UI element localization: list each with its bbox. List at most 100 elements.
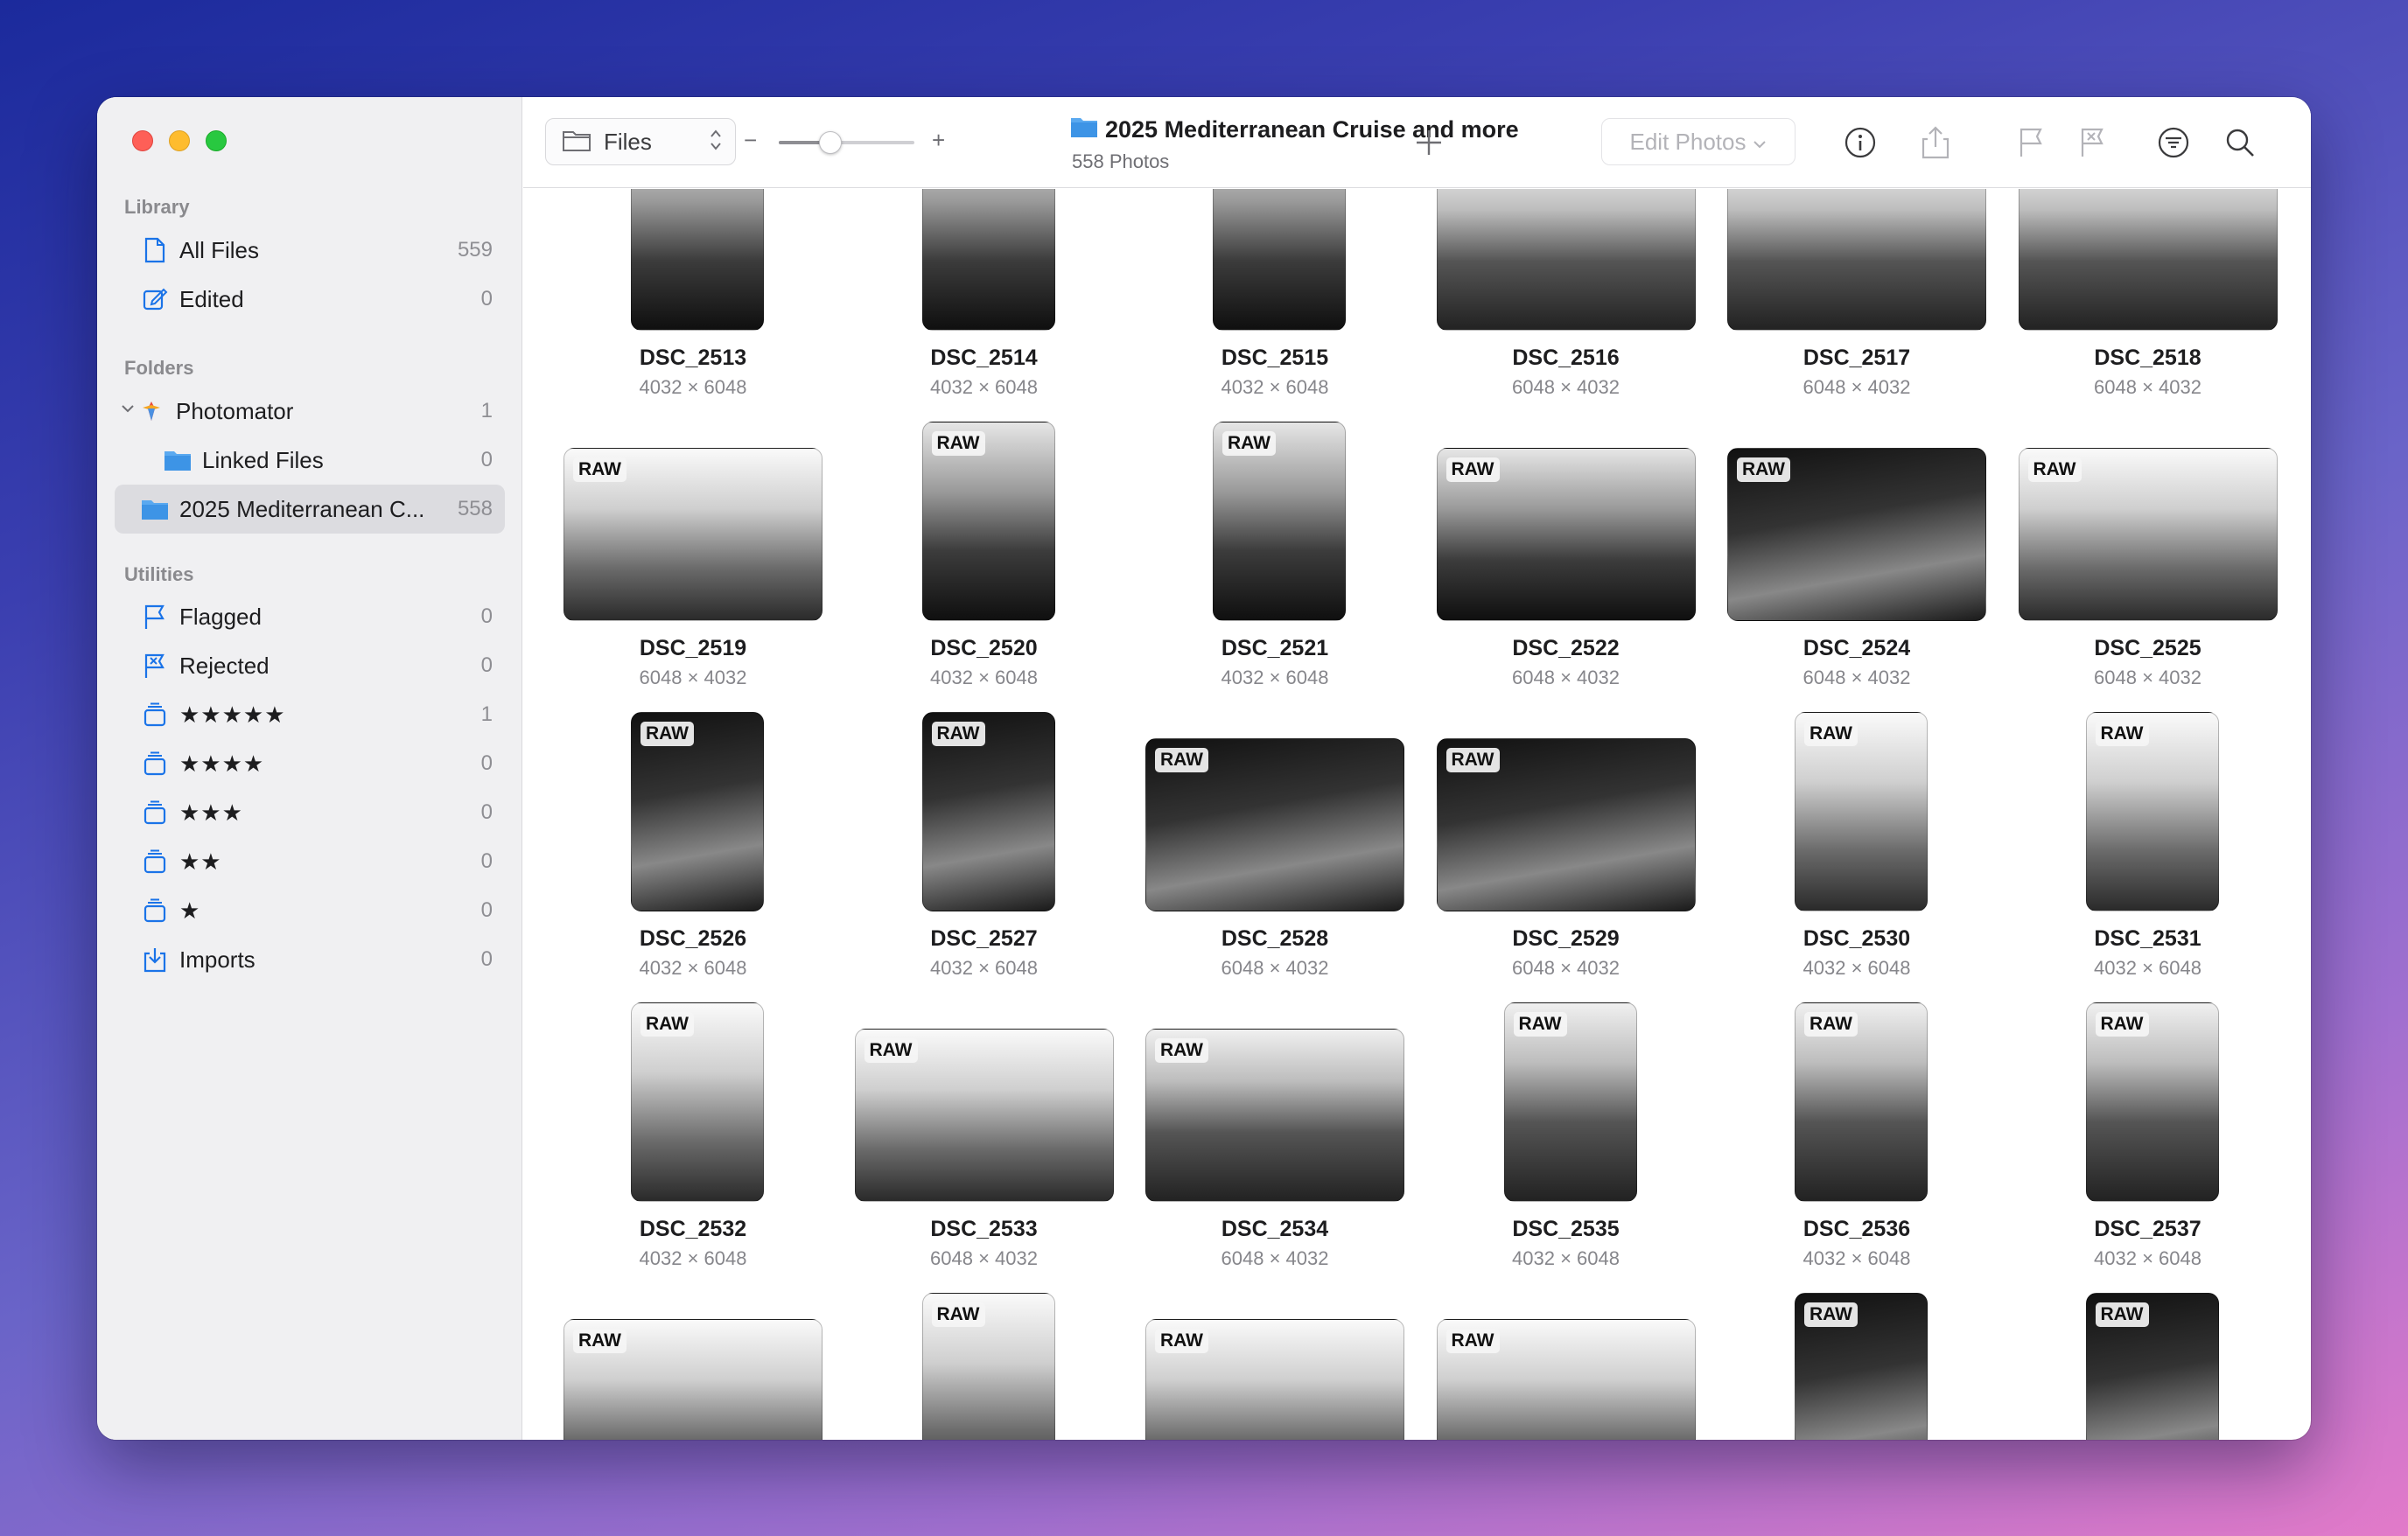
photo-cell[interactable]: RAW DSC_2530 4032 × 6048	[1727, 712, 2018, 1002]
thumbnail-size-slider[interactable]: − +	[744, 127, 954, 155]
photo-cell[interactable]: RAWDSC_2538	[564, 1293, 854, 1440]
photo-cell[interactable]: DSC_2513 4032 × 6048	[564, 189, 854, 422]
photo-dimensions: 4032 × 6048	[1802, 957, 1911, 979]
photo-cell[interactable]: RAW DSC_2534 6048 × 4032	[1145, 1002, 1436, 1293]
photo-cell[interactable]: RAW DSC_2525 6048 × 4032	[2018, 422, 2309, 712]
window-controls	[132, 130, 227, 151]
sidebar-item[interactable]: ★★★ 0	[115, 788, 505, 837]
photo-thumbnail[interactable]: RAW	[1436, 1319, 1696, 1440]
sidebar-item[interactable]: Rejected 0	[115, 641, 505, 690]
photo-thumbnail[interactable]: RAW	[2018, 448, 2278, 621]
photo-name: DSC_2536	[1802, 1217, 1911, 1241]
sidebar-item[interactable]: Linked Files 0	[115, 436, 505, 485]
photo-cell[interactable]: RAW DSC_2535 4032 × 6048	[1437, 1002, 1727, 1293]
photo-thumbnail[interactable]: RAW	[921, 1293, 1055, 1440]
photo-thumbnail[interactable]: RAW	[921, 422, 1055, 621]
photo-thumbnail[interactable]: RAW	[1727, 448, 1986, 621]
stack-icon	[141, 799, 169, 827]
photo-cell[interactable]: RAW DSC_2531 4032 × 6048	[2019, 712, 2309, 1002]
search-icon[interactable]	[2221, 123, 2259, 162]
sidebar-item[interactable]: ★★★★★ 1	[115, 690, 505, 739]
zoom-window-button[interactable]	[206, 130, 227, 151]
photo-thumbnail[interactable]: RAW	[564, 448, 822, 621]
zoom-in-button[interactable]: +	[932, 127, 945, 154]
sidebar-item[interactable]: ★★★★ 0	[115, 739, 505, 788]
photo-thumbnail[interactable]: RAW	[1795, 1293, 1928, 1440]
photo-thumbnail[interactable]: RAW	[564, 1319, 822, 1440]
photo-thumbnail[interactable]: RAW	[1436, 738, 1696, 911]
filter-icon[interactable]	[2154, 123, 2193, 162]
photo-thumbnail[interactable]: RAW	[2085, 1293, 2219, 1440]
photo-thumbnail[interactable]: RAW	[1213, 422, 1346, 621]
photo-cell[interactable]: RAW DSC_2529 6048 × 4032	[1436, 712, 1727, 1002]
photo-thumbnail[interactable]	[2018, 189, 2278, 331]
sidebar-item[interactable]: Imports 0	[115, 935, 505, 984]
photo-cell[interactable]: DSC_2518 6048 × 4032	[2018, 189, 2309, 422]
photo-cell[interactable]: DSC_2516 6048 × 4032	[1436, 189, 1727, 422]
photo-cell[interactable]: RAW DSC_2524 6048 × 4032	[1727, 422, 2018, 712]
sidebar-item-count: 0	[480, 448, 493, 471]
sidebar-item[interactable]: ★ 0	[115, 886, 505, 935]
photo-cell[interactable]: RAW DSC_2522 6048 × 4032	[1436, 422, 1727, 712]
photo-cell[interactable]: RAW DSC_2536 4032 × 6048	[1727, 1002, 2018, 1293]
photo-thumbnail[interactable]: RAW	[1436, 448, 1696, 621]
photo-cell[interactable]: RAW DSC_2521 4032 × 6048	[1145, 422, 1436, 712]
photo-cell[interactable]: RAW DSC_2520 4032 × 6048	[855, 422, 1145, 712]
photo-cell[interactable]: RAWDSC_2539	[855, 1293, 1145, 1440]
info-icon[interactable]	[1841, 123, 1880, 162]
flag-icon[interactable]	[2012, 123, 2051, 162]
photo-cell[interactable]: DSC_2517 6048 × 4032	[1727, 189, 2018, 422]
sidebar-item[interactable]: Photomator 1	[115, 387, 505, 436]
sidebar-item[interactable]: 2025 Mediterranean C... 558	[115, 485, 505, 534]
sidebar-item[interactable]: Flagged 0	[115, 592, 505, 641]
sidebar-item-label: Edited	[179, 285, 244, 312]
close-window-button[interactable]	[132, 130, 153, 151]
photo-thumbnail[interactable]	[1727, 189, 1986, 331]
add-button[interactable]	[1410, 123, 1448, 162]
photo-thumbnail[interactable]	[631, 189, 764, 331]
photo-cell[interactable]: RAWDSC_2541	[1436, 1293, 1727, 1440]
edit-photos-button[interactable]: Edit Photos	[1601, 118, 1796, 165]
photo-cell[interactable]: RAW DSC_2533 6048 × 4032	[854, 1002, 1145, 1293]
sidebar-item[interactable]: ★★ 0	[115, 837, 505, 886]
photo-thumbnail[interactable]: RAW	[1503, 1002, 1637, 1202]
photo-thumbnail[interactable]: RAW	[854, 1029, 1114, 1202]
zoom-out-button[interactable]: −	[744, 127, 757, 154]
photo-cell[interactable]: RAWDSC_2542	[1727, 1293, 2018, 1440]
sidebar-item[interactable]: All Files 559	[115, 226, 505, 275]
slider-knob[interactable]	[818, 131, 842, 154]
photo-thumbnail[interactable]: RAW	[2085, 712, 2219, 911]
photo-thumbnail[interactable]: RAW	[1145, 738, 1404, 911]
photo-cell[interactable]: RAWDSC_2543	[2019, 1293, 2309, 1440]
photo-thumbnail[interactable]	[921, 189, 1055, 331]
chevron-up-down-icon	[709, 128, 723, 157]
photo-thumbnail[interactable]: RAW	[631, 712, 764, 911]
photo-thumbnail[interactable]: RAW	[921, 712, 1055, 911]
photo-dimensions: 6048 × 4032	[1512, 376, 1620, 398]
reject-flag-icon[interactable]	[2074, 123, 2112, 162]
source-select[interactable]: Files	[545, 118, 736, 165]
photo-thumbnail[interactable]: RAW	[1145, 1029, 1404, 1202]
photo-thumbnail[interactable]: RAW	[2085, 1002, 2219, 1202]
photo-cell[interactable]: RAW DSC_2532 4032 × 6048	[564, 1002, 854, 1293]
photo-cell[interactable]: DSC_2514 4032 × 6048	[855, 189, 1145, 422]
photo-thumbnail[interactable]: RAW	[631, 1002, 764, 1202]
stack-icon	[141, 897, 169, 925]
photo-cell[interactable]: RAW DSC_2528 6048 × 4032	[1145, 712, 1436, 1002]
photo-thumbnail[interactable]: RAW	[1795, 1002, 1928, 1202]
photo-cell[interactable]: RAW DSC_2537 4032 × 6048	[2019, 1002, 2309, 1293]
photo-thumbnail[interactable]	[1213, 189, 1346, 331]
sidebar-item[interactable]: Edited 0	[115, 275, 505, 324]
photo-cell[interactable]: RAW DSC_2527 4032 × 6048	[855, 712, 1145, 1002]
photo-cell[interactable]: RAW DSC_2526 4032 × 6048	[564, 712, 854, 1002]
photo-thumbnail[interactable]	[1436, 189, 1696, 331]
photo-cell[interactable]: RAWDSC_2540	[1145, 1293, 1436, 1440]
chevron-down-icon[interactable]	[120, 402, 136, 419]
photo-cell[interactable]: DSC_2515 4032 × 6048	[1145, 189, 1436, 422]
photo-thumbnail[interactable]: RAW	[1795, 712, 1928, 911]
photo-dimensions: 4032 × 6048	[930, 667, 1038, 688]
minimize-window-button[interactable]	[169, 130, 190, 151]
share-icon[interactable]	[1916, 123, 1955, 162]
photo-cell[interactable]: RAW DSC_2519 6048 × 4032	[564, 422, 854, 712]
photo-thumbnail[interactable]: RAW	[1145, 1319, 1404, 1440]
